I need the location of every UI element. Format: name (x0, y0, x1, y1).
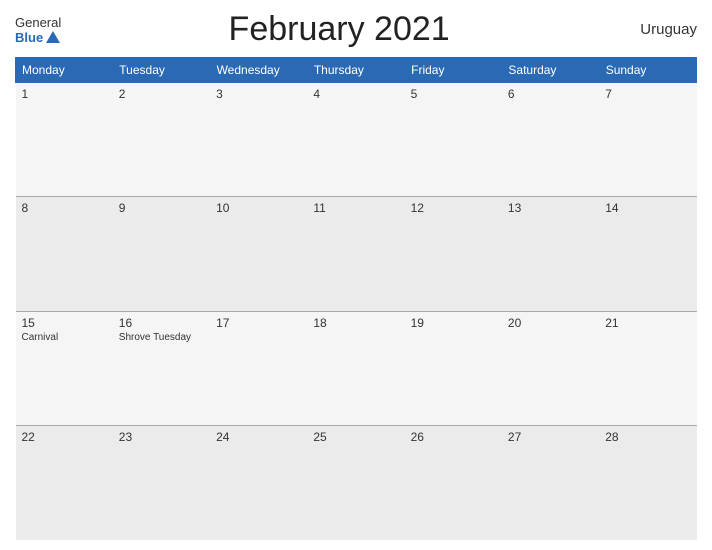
day-cell: 28 (599, 426, 696, 540)
week-row-4: 22 23 24 25 26 27 28 (16, 426, 697, 540)
day-number: 24 (216, 430, 301, 444)
day-cell: 13 (502, 197, 599, 311)
day-cell: 1 (16, 83, 113, 197)
day-cell: 22 (16, 426, 113, 540)
month-title: February 2021 (61, 10, 617, 49)
col-tuesday: Tuesday (113, 58, 210, 83)
week-row-1: 1234567 (16, 83, 697, 197)
day-cell: 25 (307, 426, 404, 540)
day-number: 6 (508, 87, 593, 101)
day-cell: 27 (502, 426, 599, 540)
day-number: 10 (216, 201, 301, 215)
week-row-3: 15 Carnival 16 Shrove Tuesday 17 18 19 20 21 (16, 311, 697, 425)
day-cell: 17 (210, 311, 307, 425)
calendar-body: 123456789101112131415Carnival16Shrove Tu… (16, 83, 697, 541)
day-number: 12 (411, 201, 496, 215)
day-cell: 16 Shrove Tuesday (113, 311, 210, 425)
day-cell: 4 (307, 83, 404, 197)
day-cell: 11 (307, 197, 404, 311)
day-number: 25 (313, 430, 398, 444)
calendar-header: General Blue February 2021 Uruguay (15, 10, 697, 49)
day-cell: 12 (405, 197, 502, 311)
country-label: Uruguay (617, 21, 697, 38)
event-label: Carnival (22, 332, 107, 343)
day-number: 4 (313, 87, 398, 101)
day-cell: 6 (502, 83, 599, 197)
day-number: 5 (411, 87, 496, 101)
day-cell: 18 (307, 311, 404, 425)
day-number: 21 (605, 316, 690, 330)
day-number: 1 (22, 87, 107, 101)
day-number: 19 (411, 316, 496, 330)
day-cell: 8 (16, 197, 113, 311)
logo-line: Blue (15, 30, 60, 45)
day-cell: 23 (113, 426, 210, 540)
day-number: 11 (313, 201, 398, 215)
col-monday: Monday (16, 58, 113, 83)
day-number: 28 (605, 430, 690, 444)
day-cell: 2 (113, 83, 210, 197)
week-row-2: 89 10 11 12 13 14 (16, 197, 697, 311)
day-cell: 20 (502, 311, 599, 425)
calendar-wrapper: General Blue February 2021 Uruguay Monda… (0, 0, 712, 550)
day-cell: 19 (405, 311, 502, 425)
logo-triangle-icon (46, 31, 60, 43)
logo-blue-text: Blue (15, 30, 43, 45)
col-sunday: Sunday (599, 58, 696, 83)
day-number: 15 (22, 316, 107, 330)
day-number: 18 (313, 316, 398, 330)
col-friday: Friday (405, 58, 502, 83)
col-wednesday: Wednesday (210, 58, 307, 83)
day-cell: 21 (599, 311, 696, 425)
day-cell: 9 (113, 197, 210, 311)
day-cell: 14 (599, 197, 696, 311)
day-cell: 24 (210, 426, 307, 540)
day-number: 8 (22, 201, 107, 215)
col-thursday: Thursday (307, 58, 404, 83)
day-cell: 10 (210, 197, 307, 311)
calendar-header-row: Monday Tuesday Wednesday Thursday Friday… (16, 58, 697, 83)
col-saturday: Saturday (502, 58, 599, 83)
day-cell: 5 (405, 83, 502, 197)
days-of-week-row: Monday Tuesday Wednesday Thursday Friday… (16, 58, 697, 83)
day-number: 13 (508, 201, 593, 215)
day-cell: 3 (210, 83, 307, 197)
day-number: 27 (508, 430, 593, 444)
day-cell: 26 (405, 426, 502, 540)
day-number: 14 (605, 201, 690, 215)
day-cell: 7 (599, 83, 696, 197)
day-number: 3 (216, 87, 301, 101)
day-number: 26 (411, 430, 496, 444)
day-number: 2 (119, 87, 204, 101)
day-number: 20 (508, 316, 593, 330)
day-number: 23 (119, 430, 204, 444)
day-cell: 15 Carnival (16, 311, 113, 425)
calendar-table: Monday Tuesday Wednesday Thursday Friday… (15, 57, 697, 540)
day-number: 16 (119, 316, 204, 330)
logo: General Blue (15, 15, 61, 45)
day-number: 17 (216, 316, 301, 330)
event-label: Shrove Tuesday (119, 332, 204, 343)
logo-general-text: General (15, 15, 61, 30)
day-number: 9 (119, 201, 204, 215)
day-number: 7 (605, 87, 690, 101)
day-number: 22 (22, 430, 107, 444)
